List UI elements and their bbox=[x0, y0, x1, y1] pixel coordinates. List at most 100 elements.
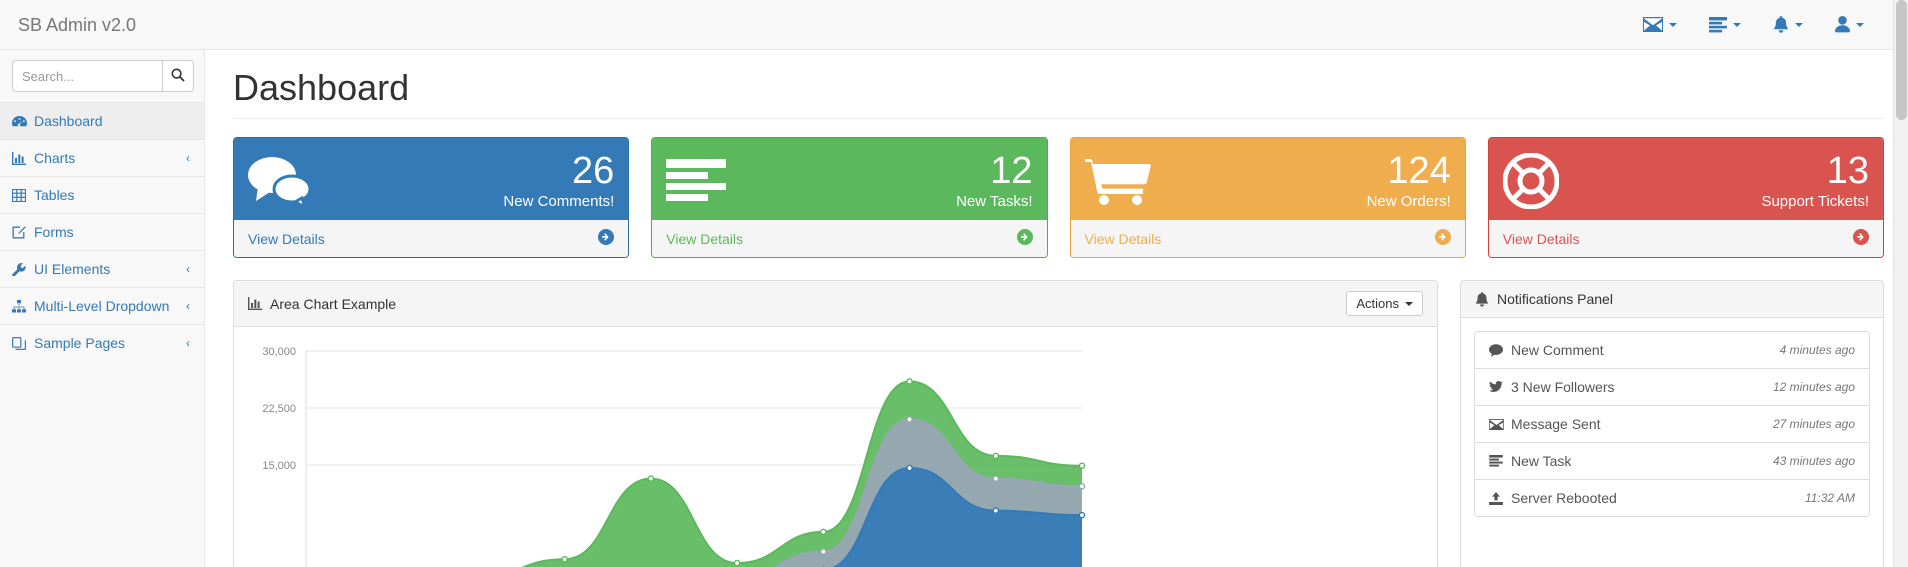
notification-time: 43 minutes ago bbox=[1773, 454, 1855, 468]
card-footer-label: View Details bbox=[666, 231, 743, 247]
notification-time: 11:32 AM bbox=[1805, 491, 1855, 505]
envelope-icon bbox=[1489, 419, 1511, 430]
card-footer-label: View Details bbox=[248, 231, 325, 247]
navbar-right-menu bbox=[1627, 0, 1908, 50]
chevron-left-icon: ‹ bbox=[186, 152, 190, 164]
chevron-down-icon bbox=[1856, 23, 1864, 27]
wrench-icon bbox=[12, 263, 34, 276]
card-value: 13 bbox=[1577, 152, 1869, 192]
navbar-user-dropdown[interactable] bbox=[1819, 0, 1880, 50]
sidebar-search bbox=[0, 50, 204, 102]
panels-row: Area Chart Example Actions 15,00022,5003… bbox=[233, 280, 1884, 567]
page-scrollbar[interactable] bbox=[1893, 0, 1908, 567]
list-item[interactable]: New Task 43 minutes ago bbox=[1475, 443, 1869, 480]
card-value: 26 bbox=[322, 152, 614, 192]
card-view-details[interactable]: View Details bbox=[234, 220, 628, 257]
arrow-circle-right-icon bbox=[1853, 229, 1869, 248]
sidebar-item-label: Dashboard bbox=[34, 113, 190, 129]
card-body: 124 New Orders! bbox=[1071, 138, 1465, 221]
comments-icon bbox=[248, 155, 322, 207]
svg-text:30,000: 30,000 bbox=[262, 346, 296, 358]
panel-title: Notifications Panel bbox=[1497, 291, 1613, 307]
main-layout: Dashboard Charts ‹ Tables bbox=[0, 50, 1908, 567]
area-chart-svg: 15,00022,50030,000 bbox=[248, 341, 1088, 567]
sidebar-item-label: Charts bbox=[34, 150, 186, 166]
files-icon bbox=[12, 337, 34, 350]
navbar-alerts-dropdown[interactable] bbox=[1757, 0, 1819, 50]
top-navbar: SB Admin v2.0 bbox=[0, 0, 1908, 50]
svg-text:22,500: 22,500 bbox=[262, 403, 296, 415]
card-view-details[interactable]: View Details bbox=[652, 220, 1046, 257]
tasks-icon bbox=[1489, 455, 1511, 467]
bell-icon bbox=[1773, 16, 1789, 33]
navbar-tasks-dropdown[interactable] bbox=[1693, 0, 1757, 50]
dashboard-icon bbox=[12, 115, 34, 128]
list-item[interactable]: New Comment 4 minutes ago bbox=[1475, 332, 1869, 369]
comment-icon bbox=[1489, 344, 1511, 357]
stat-card-new-tasks[interactable]: 12 New Tasks! View Details bbox=[651, 137, 1047, 259]
panel-header: Notifications Panel bbox=[1461, 281, 1883, 318]
actions-dropdown-button[interactable]: Actions bbox=[1346, 291, 1423, 316]
scrollbar-thumb[interactable] bbox=[1896, 0, 1907, 120]
panel-body: New Comment 4 minutes ago 3 New Follower… bbox=[1461, 318, 1883, 530]
sidebar-item-multi-level-dropdown[interactable]: Multi-Level Dropdown ‹ bbox=[0, 287, 204, 324]
sidebar-item-label: Multi-Level Dropdown bbox=[34, 298, 186, 314]
list-item[interactable]: 3 New Followers 12 minutes ago bbox=[1475, 369, 1869, 406]
notification-time: 27 minutes ago bbox=[1773, 417, 1855, 431]
stat-card-support-tickets[interactable]: 13 Support Tickets! View Details bbox=[1488, 137, 1884, 259]
main-content: Dashboard 26 New Comments! bbox=[205, 50, 1908, 567]
sidebar-item-label: UI Elements bbox=[34, 261, 186, 277]
chevron-left-icon: ‹ bbox=[186, 263, 190, 275]
notification-label: 3 New Followers bbox=[1511, 379, 1773, 395]
stat-card-new-comments[interactable]: 26 New Comments! View Details bbox=[233, 137, 629, 259]
list-item[interactable]: Message Sent 27 minutes ago bbox=[1475, 406, 1869, 443]
table-icon bbox=[12, 189, 34, 202]
list-item[interactable]: Server Rebooted 11:32 AM bbox=[1475, 480, 1869, 516]
sidebar-item-charts[interactable]: Charts ‹ bbox=[0, 139, 204, 176]
card-body: 12 New Tasks! bbox=[652, 138, 1046, 221]
brand-title[interactable]: SB Admin v2.0 bbox=[0, 0, 151, 50]
sidebar-item-label: Tables bbox=[34, 187, 190, 203]
chevron-down-icon bbox=[1795, 23, 1803, 27]
stat-cards-row: 26 New Comments! View Details bbox=[233, 137, 1884, 259]
card-label: Support Tickets! bbox=[1577, 193, 1869, 210]
card-label: New Orders! bbox=[1159, 193, 1451, 210]
search-input[interactable] bbox=[12, 60, 162, 92]
sidebar-item-sample-pages[interactable]: Sample Pages ‹ bbox=[0, 324, 204, 361]
sidebar-item-ui-elements[interactable]: UI Elements ‹ bbox=[0, 250, 204, 287]
search-button[interactable] bbox=[162, 60, 194, 92]
navbar-messages-dropdown[interactable] bbox=[1627, 0, 1693, 50]
notifications-list: New Comment 4 minutes ago 3 New Follower… bbox=[1474, 331, 1870, 517]
sidebar-nav: Dashboard Charts ‹ Tables bbox=[0, 102, 204, 361]
card-footer-label: View Details bbox=[1503, 231, 1580, 247]
twitter-icon bbox=[1489, 381, 1511, 393]
notifications-panel: Notifications Panel New Comment 4 minute… bbox=[1460, 280, 1884, 567]
sidebar-item-tables[interactable]: Tables bbox=[0, 176, 204, 213]
chevron-down-icon bbox=[1669, 23, 1677, 27]
panel-body: 15,00022,50030,000 bbox=[234, 327, 1437, 567]
tasks-icon bbox=[1709, 17, 1727, 33]
arrow-circle-right-icon bbox=[598, 229, 614, 248]
card-numbers: 26 New Comments! bbox=[322, 152, 614, 211]
card-view-details[interactable]: View Details bbox=[1489, 220, 1883, 257]
sidebar-item-dashboard[interactable]: Dashboard bbox=[0, 102, 204, 139]
card-numbers: 12 New Tasks! bbox=[740, 152, 1032, 211]
arrow-circle-right-icon bbox=[1435, 229, 1451, 248]
page-title: Dashboard bbox=[233, 68, 1884, 119]
panel-title: Area Chart Example bbox=[270, 296, 396, 312]
chevron-down-icon bbox=[1733, 23, 1741, 27]
card-footer-label: View Details bbox=[1085, 231, 1162, 247]
card-body: 26 New Comments! bbox=[234, 138, 628, 221]
actions-label: Actions bbox=[1356, 296, 1399, 311]
card-numbers: 13 Support Tickets! bbox=[1577, 152, 1869, 211]
card-numbers: 124 New Orders! bbox=[1159, 152, 1451, 211]
notification-label: Server Rebooted bbox=[1511, 490, 1805, 506]
card-view-details[interactable]: View Details bbox=[1071, 220, 1465, 257]
sidebar-item-label: Sample Pages bbox=[34, 335, 186, 351]
chevron-down-icon bbox=[1405, 302, 1413, 306]
area-chart[interactable]: 15,00022,50030,000 bbox=[248, 341, 1423, 567]
stat-card-new-orders[interactable]: 124 New Orders! View Details bbox=[1070, 137, 1466, 259]
chevron-left-icon: ‹ bbox=[186, 337, 190, 349]
sidebar-item-forms[interactable]: Forms bbox=[0, 213, 204, 250]
notification-label: New Comment bbox=[1511, 342, 1780, 358]
